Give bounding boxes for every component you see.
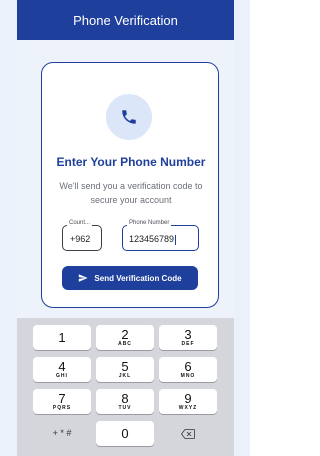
key-8-letters: TUV (118, 405, 132, 411)
key-9[interactable]: 9 WXYZ (159, 389, 217, 414)
text-cursor (175, 234, 177, 245)
key-6[interactable]: 6 MNO (159, 357, 217, 382)
key-3-digit: 3 (184, 327, 192, 342)
key-7-digit: 7 (58, 391, 66, 406)
key-0-digit: 0 (121, 426, 129, 441)
send-code-label: Send Verification Code (94, 273, 182, 283)
backspace-key[interactable] (159, 421, 217, 446)
key-2[interactable]: 2 ABC (96, 325, 154, 350)
app-bar: Phone Verification (17, 0, 234, 40)
page-title: Phone Verification (73, 12, 178, 28)
card-title: Enter Your Phone Number (56, 155, 206, 169)
key-9-letters: WXYZ (178, 405, 198, 411)
phone-screen: Phone Verification Enter Your Phone Numb… (0, 0, 250, 456)
key-8[interactable]: 8 TUV (96, 389, 154, 414)
key-1-digit: 1 (58, 330, 66, 345)
key-4[interactable]: 4 GHI (33, 357, 91, 382)
phone-number-label: Phone Number (127, 220, 172, 226)
key-6-digit: 6 (184, 359, 192, 374)
key-9-digit: 9 (184, 391, 192, 406)
send-code-button[interactable]: Send Verification Code (62, 266, 198, 290)
key-2-letters: ABC (118, 341, 132, 347)
country-code-field[interactable]: Count... +962 (62, 220, 102, 251)
verification-card: Enter Your Phone Number We'll send you a… (41, 62, 219, 308)
key-5-letters: JKL (118, 373, 132, 379)
key-2-digit: 2 (121, 327, 129, 342)
key-symbols[interactable]: + * # (33, 421, 91, 446)
key-5[interactable]: 5 JKL (96, 357, 154, 382)
key-0[interactable]: 0 (96, 421, 154, 446)
key-7[interactable]: 7 PQRS (33, 389, 91, 414)
send-icon (79, 274, 89, 282)
key-3-letters: DEF (181, 341, 195, 347)
backspace-icon (181, 428, 195, 439)
numeric-keypad: 1 2 ABC 3 DEF 4 GHI 5 JKL 6 MNO 7 PQRS 8… (17, 318, 234, 456)
key-symbols-label: + * # (52, 428, 72, 438)
content-area: Enter Your Phone Number We'll send you a… (17, 40, 234, 318)
key-8-digit: 8 (121, 391, 129, 406)
phone-icon (106, 94, 152, 140)
key-7-letters: PQRS (52, 405, 72, 411)
key-3[interactable]: 3 DEF (159, 325, 217, 350)
key-1[interactable]: 1 (33, 325, 91, 350)
country-code-label: Count... (67, 220, 93, 226)
key-4-letters: GHI (56, 373, 68, 379)
key-4-digit: 4 (58, 359, 66, 374)
country-code-value: +962 (70, 234, 91, 244)
card-subtitle: We'll send you a verification code to se… (59, 181, 203, 205)
phone-number-value: 123456789 (129, 234, 177, 245)
phone-number-field[interactable]: Phone Number 123456789 (122, 220, 199, 251)
phone-number-text: 123456789 (129, 234, 175, 244)
key-5-digit: 5 (121, 359, 129, 374)
key-6-letters: MNO (180, 373, 196, 379)
